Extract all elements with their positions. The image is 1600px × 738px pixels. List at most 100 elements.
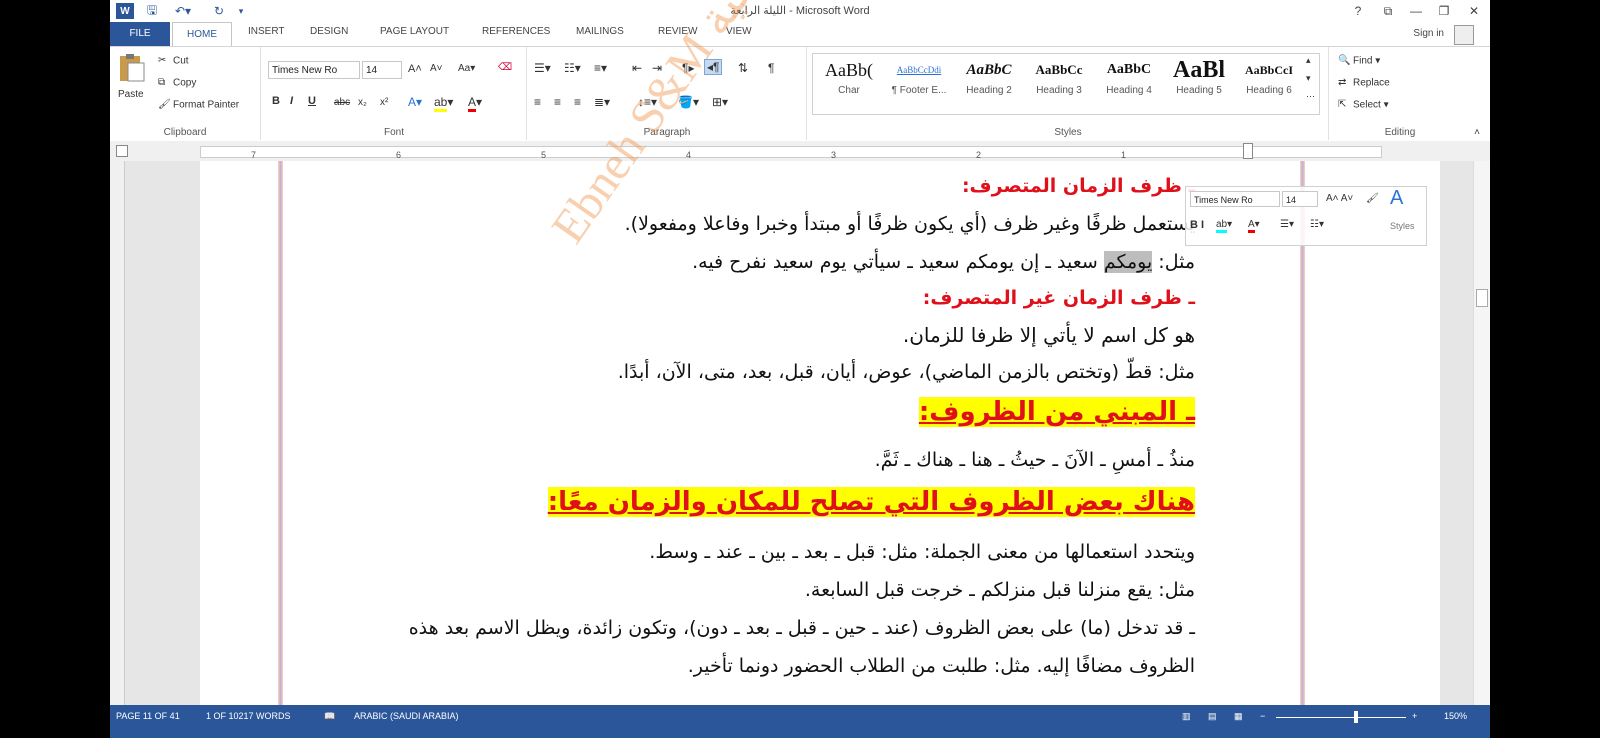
avatar[interactable] (1454, 25, 1474, 45)
bullets-icon[interactable]: ☰▾ (534, 61, 551, 75)
minimize-button[interactable]: — (1404, 2, 1428, 20)
ltr-icon[interactable]: ¶▸ (682, 61, 694, 75)
style-sample: AaBbCcI (1244, 63, 1293, 77)
zoom-out-icon[interactable]: − (1260, 711, 1265, 721)
clear-format-icon[interactable]: ⌫ (498, 62, 512, 73)
tab-page-layout[interactable]: PAGE LAYOUT (380, 26, 449, 37)
align-center-icon[interactable]: ≡ (554, 95, 561, 109)
tab-design[interactable]: DESIGN (310, 26, 348, 37)
language-indicator[interactable]: ARABIC (SAUDI ARABIA) (354, 711, 459, 721)
restore-button[interactable]: ❐ (1432, 2, 1456, 20)
align-right-icon[interactable]: ≡ (574, 95, 581, 109)
grow-font-icon[interactable]: A˄ (408, 63, 422, 75)
sort-icon[interactable]: ⇅ (738, 61, 748, 75)
page-count[interactable]: PAGE 11 OF 41 (116, 711, 180, 721)
tab-mailings[interactable]: MAILINGS (576, 26, 624, 37)
mini-font-color-icon[interactable]: A▾ (1248, 219, 1260, 233)
mini-bold-icon[interactable]: B I (1190, 219, 1204, 231)
find-icon: 🔍 (1338, 55, 1351, 66)
subscript-icon[interactable]: x₂ (358, 97, 367, 108)
shading-icon[interactable]: 🪣▾ (678, 95, 699, 109)
ribbon-display-button[interactable]: ⧉ (1376, 2, 1400, 20)
style-heading-3[interactable]: AaBbCc Heading 3 (1024, 55, 1094, 105)
show-marks-icon[interactable]: ¶ (768, 61, 774, 75)
mini-grow-font-icon[interactable]: A˄ A˅ (1326, 193, 1353, 204)
style-heading-2[interactable]: AaBbC Heading 2 (954, 55, 1024, 105)
styles-scroll-down-icon[interactable]: ▾ (1306, 73, 1311, 84)
increase-indent-icon[interactable]: ⇥ (652, 61, 662, 75)
numbering-icon[interactable]: ☷▾ (564, 61, 581, 75)
mini-numbering-icon[interactable]: ☷▾ (1310, 219, 1324, 230)
zoom-level[interactable]: 150% (1444, 711, 1467, 721)
rtl-icon[interactable]: ◂¶ (704, 59, 723, 75)
mini-bullets-icon[interactable]: ☰▾ (1280, 219, 1294, 230)
style-heading-5[interactable]: AaBl Heading 5 (1164, 55, 1234, 105)
italic-icon[interactable]: I (290, 95, 293, 107)
proofing-icon[interactable]: 📖 (324, 711, 335, 722)
selected-text[interactable]: يومكم (1103, 251, 1153, 273)
style-heading-4[interactable]: AaBbC Heading 4 (1094, 55, 1164, 105)
tab-review[interactable]: REVIEW (658, 26, 697, 37)
zoom-slider-thumb[interactable] (1354, 711, 1358, 723)
ruler-number: 4 (686, 150, 692, 160)
underline-icon[interactable]: U (308, 95, 316, 107)
zoom-in-icon[interactable]: + (1412, 711, 1417, 721)
bold-icon[interactable]: B (272, 95, 280, 107)
highlight-color-icon[interactable]: ab▾ (434, 95, 453, 112)
copy-label: Copy (173, 77, 197, 89)
ruler-number: 7 (251, 150, 257, 160)
styles-more-icon[interactable]: ⋯ (1306, 91, 1315, 102)
line-spacing-icon[interactable]: ↕≡▾ (638, 95, 657, 109)
select-button[interactable]: ⇱ Select ▾ (1338, 99, 1389, 111)
tab-selector-icon[interactable] (116, 145, 128, 157)
styles-scroll-up-icon[interactable]: ▴ (1306, 55, 1311, 66)
mini-highlight-icon[interactable]: ab▾ (1216, 219, 1232, 233)
font-name-combo[interactable]: Times New Ro (268, 61, 360, 79)
close-button[interactable]: ✕ (1462, 2, 1486, 20)
multilevel-list-icon[interactable]: ≡▾ (594, 61, 607, 75)
sign-in-link[interactable]: Sign in (1413, 28, 1444, 39)
decrease-indent-icon[interactable]: ⇤ (632, 61, 642, 75)
ruler-number: 5 (541, 150, 547, 160)
change-case-icon[interactable]: Aa▾ (458, 63, 475, 74)
font-size-combo[interactable]: 14 (362, 61, 402, 79)
web-layout-icon[interactable]: ▦ (1234, 711, 1243, 722)
copy-button[interactable]: ⧉ Copy (158, 77, 196, 89)
read-mode-icon[interactable]: ▥ (1182, 711, 1191, 722)
style-footer[interactable]: AaBbCcDdi ¶ Footer E... (884, 55, 954, 105)
mini-size-combo[interactable]: 14 (1282, 191, 1318, 207)
vertical-scrollbar[interactable] (1473, 161, 1490, 705)
text-effects-icon[interactable]: A▾ (408, 95, 422, 109)
mini-font-combo[interactable]: Times New Ro (1190, 191, 1280, 207)
document-page[interactable]: Ebneh S&M الدراسية ـ ظرف الزمان المتصرف:… (200, 0, 1440, 705)
cut-button[interactable]: ✂ Cut (158, 55, 189, 67)
borders-icon[interactable]: ⊞▾ (712, 95, 728, 109)
justify-icon[interactable]: ≣▾ (594, 95, 610, 109)
tab-home[interactable]: HOME (172, 22, 232, 46)
find-button[interactable]: 🔍 Find ▾ (1338, 55, 1380, 67)
font-color-icon[interactable]: A▾ (468, 95, 482, 112)
tab-view[interactable]: VIEW (726, 26, 752, 37)
style-char[interactable]: AaBb(Char (814, 55, 884, 105)
paste-button[interactable]: Paste (118, 89, 144, 100)
format-painter-button[interactable]: 🖌 Format Painter (158, 99, 239, 111)
zoom-slider[interactable] (1276, 717, 1406, 718)
replace-button[interactable]: ⇄ Replace (1338, 77, 1390, 89)
scrollbar-thumb[interactable] (1476, 289, 1488, 307)
help-button[interactable]: ? (1346, 2, 1370, 20)
paste-icon[interactable] (116, 53, 152, 83)
mini-styles-icon[interactable]: A (1390, 187, 1403, 210)
print-layout-icon[interactable]: ▤ (1208, 711, 1217, 722)
mini-format-painter-icon[interactable]: 🖌 (1366, 193, 1379, 204)
strikethrough-icon[interactable]: abc (334, 97, 350, 108)
tab-insert[interactable]: INSERT (248, 26, 285, 37)
superscript-icon[interactable]: x² (380, 97, 388, 108)
word-count[interactable]: 1 OF 10217 WORDS (206, 711, 291, 721)
shrink-font-icon[interactable]: A˅ (430, 63, 443, 74)
style-heading-6[interactable]: AaBbCcI Heading 6 (1234, 55, 1304, 105)
tab-file[interactable]: FILE (110, 22, 170, 46)
tab-references[interactable]: REFERENCES (482, 26, 550, 37)
align-left-icon[interactable]: ≡ (534, 95, 541, 109)
collapse-ribbon-icon[interactable]: ˄ (1474, 127, 1480, 138)
indent-marker[interactable] (1243, 143, 1253, 159)
